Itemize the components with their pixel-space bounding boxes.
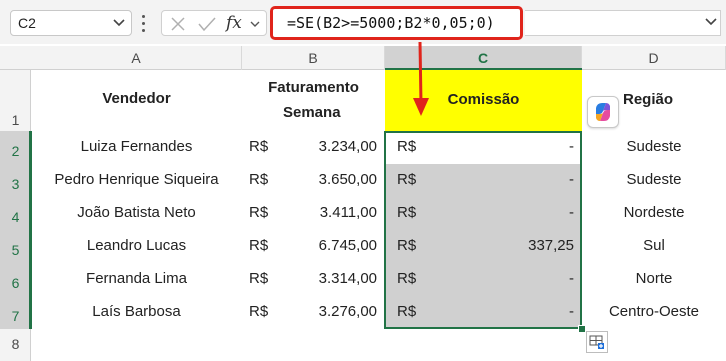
cell-regiao[interactable]: Norte — [582, 270, 726, 290]
cell-regiao[interactable]: Nordeste — [582, 204, 726, 224]
column-header-a[interactable]: A — [31, 46, 242, 70]
cell-vendedor[interactable]: Laís Barbosa — [31, 303, 242, 323]
row-header-8[interactable]: 8 — [0, 329, 31, 361]
row-header-5[interactable]: 5 — [0, 230, 31, 263]
cell-faturamento-currency[interactable]: R$ — [249, 171, 279, 191]
close-icon[interactable] — [170, 16, 186, 32]
header-faturamento-line2[interactable]: Semana — [283, 104, 383, 124]
cell-faturamento-value[interactable]: 3.276,00 — [283, 303, 377, 323]
chevron-down-icon[interactable] — [250, 21, 260, 28]
copilot-icon[interactable] — [587, 96, 619, 128]
cell-faturamento-currency[interactable]: R$ — [249, 237, 279, 257]
name-box[interactable]: C2 — [10, 10, 132, 36]
selection-border — [384, 131, 582, 329]
column-header-d[interactable]: D — [582, 46, 726, 70]
cell-faturamento-currency[interactable]: R$ — [249, 303, 279, 323]
resize-handle[interactable] — [142, 15, 146, 32]
cell-vendedor[interactable]: Fernanda Lima — [31, 270, 242, 290]
cell-regiao[interactable]: Sudeste — [582, 171, 726, 191]
cell-regiao[interactable]: Sul — [582, 237, 726, 257]
cell-regiao[interactable]: Sudeste — [582, 138, 726, 158]
cell-vendedor[interactable]: Leandro Lucas — [31, 237, 242, 257]
row-header-2[interactable]: 2 — [0, 131, 31, 164]
quick-analysis-icon[interactable] — [586, 331, 608, 353]
row-header-1[interactable]: 1 — [0, 108, 31, 132]
header-faturamento-line1[interactable]: Faturamento — [242, 79, 385, 99]
row-header-7[interactable]: 7 — [0, 296, 31, 329]
cell-faturamento-value[interactable]: 3.650,00 — [283, 171, 377, 191]
row-selection-indicator — [29, 131, 32, 329]
cell-faturamento-currency[interactable]: R$ — [249, 270, 279, 290]
header-vendedor[interactable]: Vendedor — [31, 90, 242, 110]
cell-faturamento-value[interactable]: 3.234,00 — [283, 138, 377, 158]
callout-arrow — [413, 41, 429, 116]
formula-buttons: fx — [161, 10, 267, 36]
name-box-value: C2 — [18, 15, 36, 31]
chevron-down-icon[interactable] — [113, 19, 125, 27]
cell-faturamento-value[interactable]: 6.745,00 — [283, 237, 377, 257]
cell-vendedor[interactable]: João Batista Neto — [31, 204, 242, 224]
row-header-3[interactable]: 3 — [0, 164, 31, 197]
cell-regiao[interactable]: Centro-Oeste — [582, 303, 726, 323]
column-header-b[interactable]: B — [242, 46, 385, 70]
cell-faturamento-currency[interactable]: R$ — [249, 138, 279, 158]
formula-bar-extension[interactable] — [525, 10, 721, 36]
cell-faturamento-currency[interactable]: R$ — [249, 204, 279, 224]
fill-handle[interactable] — [578, 325, 586, 333]
cell-vendedor[interactable]: Pedro Henrique Siqueira — [31, 171, 242, 191]
fx-icon[interactable]: fx — [226, 13, 242, 33]
header-regiao[interactable]: Região — [623, 91, 723, 111]
cell-faturamento-value[interactable]: 3.314,00 — [283, 270, 377, 290]
row-header-6[interactable]: 6 — [0, 263, 31, 296]
row-header-4[interactable]: 4 — [0, 197, 31, 230]
cell-faturamento-value[interactable]: 3.411,00 — [283, 204, 377, 224]
chevron-down-icon[interactable] — [705, 18, 717, 26]
check-icon[interactable] — [198, 16, 216, 32]
formula-input[interactable]: =SE(B2>=5000;B2*0,05;0) — [270, 6, 523, 40]
cell-vendedor[interactable]: Luiza Fernandes — [31, 138, 242, 158]
